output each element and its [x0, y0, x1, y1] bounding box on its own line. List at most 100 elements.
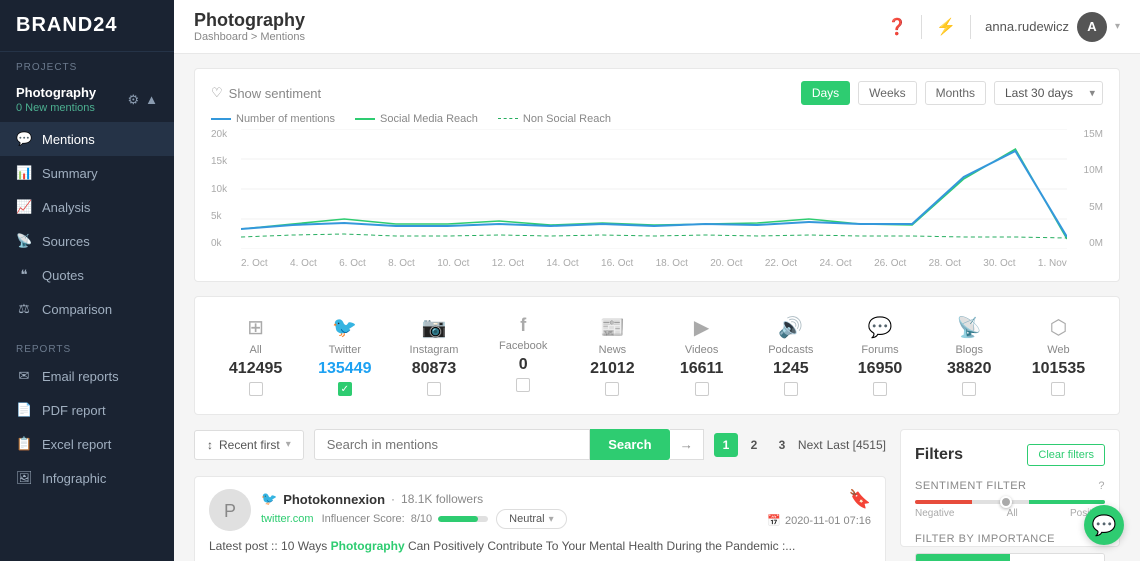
source-podcasts[interactable]: 🔊 Podcasts 1245 [746, 311, 835, 400]
sidebar-item-label: Summary [42, 166, 98, 181]
page-2-btn[interactable]: 2 [742, 433, 766, 457]
mention-header: P 🐦 Photokonnexion · 18.1K followers [209, 489, 871, 531]
sidebar-item-mentions[interactable]: 💬 Mentions [0, 122, 174, 156]
source-all-name: All [249, 344, 261, 356]
sources-grid: ⊞ All 412495 🐦 Twitter 135449 ✓ 📷 Instag… [211, 311, 1103, 400]
important-only-btn[interactable]: Important only [1010, 554, 1104, 561]
sentiment-thumb[interactable] [1000, 496, 1012, 508]
source-forums[interactable]: 💬 Forums 16950 [835, 311, 924, 400]
reports-section-label: REPORTS [0, 334, 174, 359]
videos-icon: ▶ [694, 315, 709, 340]
mention-date: 📅 2020-11-01 07:16 [767, 514, 871, 527]
source-instagram-count: 80873 [412, 360, 457, 378]
sidebar-item-summary[interactable]: 📊 Summary [0, 156, 174, 190]
sentiment-axis-labels: Negative All Positive [915, 508, 1105, 519]
mention-source-row: twitter.com Influencer Score: 8/10 [261, 509, 567, 529]
period-months-btn[interactable]: Months [925, 81, 986, 105]
sidebar-item-infographic[interactable]: 🖼 Infographic [0, 461, 174, 495]
source-instagram-check[interactable] [427, 382, 441, 396]
sentiment-slider[interactable] [915, 500, 1105, 504]
sources-row: ⊞ All 412495 🐦 Twitter 135449 ✓ 📷 Instag… [194, 296, 1120, 415]
source-web-check[interactable] [1051, 382, 1065, 396]
x-axis-labels: 2. Oct 4. Oct 6. Oct 8. Oct 10. Oct 12. … [241, 258, 1067, 269]
chart-svg [241, 129, 1067, 249]
legend-social: Social Media Reach [355, 113, 478, 125]
sidebar-item-label: Sources [42, 234, 90, 249]
period-weeks-btn[interactable]: Weeks [858, 81, 916, 105]
page-3-btn[interactable]: 3 [770, 433, 794, 457]
search-input[interactable] [314, 429, 591, 460]
project-photography[interactable]: Photography 0 New mentions ⚙ ▲ [0, 77, 174, 122]
quotes-icon: ❝ [16, 267, 32, 283]
negative-label: Negative [915, 508, 954, 519]
sidebar-item-quotes[interactable]: ❝ Quotes [0, 258, 174, 292]
next-label[interactable]: Next [798, 438, 823, 452]
project-icons: ⚙ ▲ [127, 92, 158, 108]
bookmark-icon[interactable]: 🔖 [849, 489, 871, 510]
sidebar-item-comparison[interactable]: ⚖ Comparison [0, 292, 174, 326]
clear-filters-button[interactable]: Clear filters [1027, 444, 1105, 466]
source-blogs[interactable]: 📡 Blogs 38820 [925, 311, 1014, 400]
search-next-button[interactable]: → [670, 429, 704, 460]
mention-source-link[interactable]: twitter.com [261, 513, 314, 525]
sidebar-item-analysis[interactable]: 📈 Analysis [0, 190, 174, 224]
source-all-check[interactable] [249, 382, 263, 396]
search-bar: Search → [314, 429, 704, 460]
filters-title: Filters [915, 446, 963, 464]
importance-filter-section: FILTER BY IMPORTANCE ? All mentions Impo… [915, 533, 1105, 561]
sidebar-item-email-reports[interactable]: ✉ Email reports [0, 359, 174, 393]
period-days-btn[interactable]: Days [801, 81, 850, 105]
source-forums-name: Forums [861, 344, 898, 356]
last-label[interactable]: Last [4515] [827, 438, 886, 452]
mention-text: Latest post :: 10 Ways Photography Can P… [209, 537, 871, 555]
all-icon: ⊞ [247, 315, 264, 340]
mention-sentiment-badge[interactable]: Neutral ▾ [496, 509, 567, 529]
source-twitter[interactable]: 🐦 Twitter 135449 ✓ [300, 311, 389, 400]
chat-bubble[interactable]: 💬 [1084, 505, 1124, 545]
summary-icon: 📊 [16, 165, 32, 181]
sidebar-item-excel-report[interactable]: 📋 Excel report [0, 427, 174, 461]
source-web[interactable]: ⬡ Web 101535 [1014, 311, 1103, 400]
legend-nonsocial: Non Social Reach [498, 113, 611, 125]
source-instagram[interactable]: 📷 Instagram 80873 [389, 311, 478, 400]
source-all[interactable]: ⊞ All 412495 [211, 311, 300, 400]
source-videos-count: 16611 [680, 360, 724, 378]
comparison-icon: ⚖ [16, 301, 32, 317]
date-range-select[interactable]: Last 30 days [994, 81, 1103, 105]
source-videos[interactable]: ▶ Videos 16611 [657, 311, 746, 400]
source-news-check[interactable] [605, 382, 619, 396]
help-icon[interactable]: ❓ [887, 17, 907, 37]
lightning-icon[interactable]: ⚡ [936, 17, 956, 37]
user-menu[interactable]: anna.rudewicz A ▾ [985, 12, 1120, 42]
source-facebook[interactable]: f Facebook 0 [479, 311, 568, 396]
source-videos-check[interactable] [695, 382, 709, 396]
sources-icon: 📡 [16, 233, 32, 249]
source-podcasts-check[interactable] [784, 382, 798, 396]
source-facebook-check[interactable] [516, 378, 530, 392]
news-icon: 📰 [600, 315, 625, 340]
page-1-btn[interactable]: 1 [714, 433, 738, 457]
sentiment-help-icon[interactable]: ? [1098, 480, 1105, 492]
importance-buttons: All mentions Important only [915, 553, 1105, 561]
sidebar-item-label: Email reports [42, 369, 119, 384]
all-mentions-btn[interactable]: All mentions [916, 554, 1010, 561]
mention-card: P 🐦 Photokonnexion · 18.1K followers [194, 476, 886, 561]
source-web-name: Web [1047, 344, 1069, 356]
legend-nonsocial-label: Non Social Reach [523, 113, 611, 125]
sort-dropdown[interactable]: ↕ Recent first ▾ [194, 430, 304, 460]
source-instagram-name: Instagram [410, 344, 459, 356]
source-news[interactable]: 📰 News 21012 [568, 311, 657, 400]
sidebar-item-pdf-report[interactable]: 📄 PDF report [0, 393, 174, 427]
mention-separator: · [391, 492, 395, 506]
sentiment-toggle[interactable]: ♡ Show sentiment [211, 85, 321, 101]
source-twitter-check[interactable]: ✓ [338, 382, 352, 396]
sidebar-item-sources[interactable]: 📡 Sources [0, 224, 174, 258]
source-forums-check[interactable] [873, 382, 887, 396]
gear-icon[interactable]: ⚙ [127, 92, 139, 108]
source-blogs-check[interactable] [962, 382, 976, 396]
search-button[interactable]: Search [590, 429, 669, 460]
sentiment-filter-label: SENTIMENT FILTER ? [915, 480, 1105, 492]
source-blogs-count: 38820 [947, 360, 992, 378]
influencer-label: Influencer Score: [322, 513, 405, 525]
chevron-up-icon[interactable]: ▲ [145, 92, 158, 107]
